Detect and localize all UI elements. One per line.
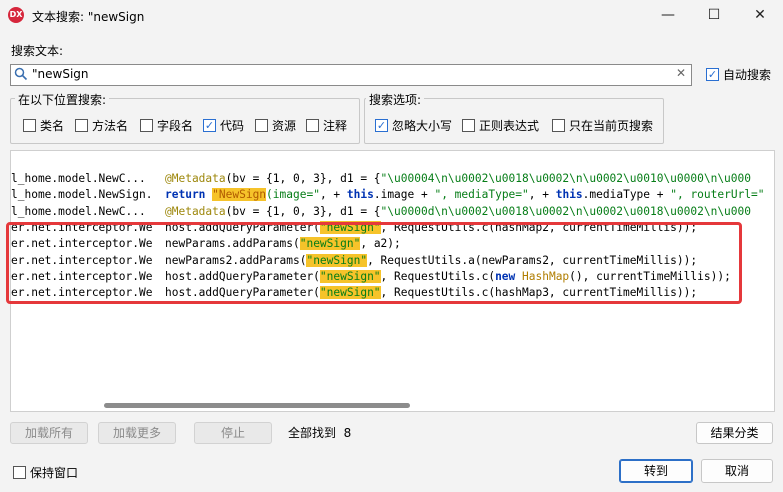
search-input[interactable] — [32, 65, 652, 83]
option-label: 类名 — [40, 119, 65, 133]
checkbox-icon[interactable] — [13, 466, 26, 479]
code-token: this — [555, 188, 583, 202]
checkbox-icon[interactable] — [462, 119, 475, 132]
result-code-snippet: return "NewSign(image=", + this.image + … — [165, 187, 765, 203]
checkbox-icon[interactable] — [140, 119, 153, 132]
regex-option[interactable]: 正则表达式 — [462, 117, 539, 134]
keep-window-checkbox[interactable]: 保持窗口 — [13, 464, 78, 481]
search-options-title: 搜索选项: — [366, 91, 425, 108]
scope-class-option[interactable]: 类名 — [23, 117, 64, 134]
checkbox-icon[interactable] — [23, 119, 36, 132]
close-button[interactable]: ✕ — [737, 0, 783, 32]
keep-window-label: 保持窗口 — [30, 466, 79, 480]
scope-field-option[interactable]: 字段名 — [140, 117, 193, 134]
code-token: ", mediaType=" — [434, 188, 529, 202]
option-label: 忽略大小写 — [392, 119, 453, 133]
clear-icon[interactable]: ✕ — [676, 66, 686, 80]
result-code-snippet: @Metadata(bv = {1, 0, 3}, d1 = {"\u00004… — [165, 171, 751, 187]
checkbox-checked-icon[interactable] — [375, 119, 388, 132]
option-label: 只在当前页搜索 — [569, 119, 654, 133]
stop-button[interactable]: 停止 — [194, 422, 272, 444]
code-token: "\u00004\n\u0002\u0018\u0002\n\u0002\u00… — [380, 172, 751, 185]
code-token: (bv = {1, 0, 3}, d1 = { — [225, 204, 381, 218]
checkbox-icon[interactable] — [306, 119, 319, 132]
annotation-highlight-box — [6, 222, 742, 304]
result-row[interactable]: l_home.model.NewSign. return "NewSign(ima… — [11, 187, 774, 203]
auto-search-label: 自动搜索 — [723, 68, 772, 82]
checkbox-icon[interactable] — [75, 119, 88, 132]
code-token: , + — [528, 188, 556, 202]
result-row[interactable]: l_home.model.NewC... @Metadata(bv = {1, 0… — [11, 171, 774, 187]
goto-button[interactable]: 转到 — [619, 459, 693, 483]
window-title: 文本搜索: "newSign — [32, 10, 145, 24]
code-token: .image + — [373, 188, 435, 202]
code-token: , + — [319, 188, 347, 202]
load-all-button[interactable]: 加载所有 — [10, 422, 88, 444]
code-token: this — [346, 188, 374, 202]
option-label: 代码 — [220, 119, 245, 133]
code-token: .mediaType + — [582, 188, 671, 202]
search-label: 搜索文本: — [11, 44, 64, 58]
result-row[interactable]: l_home.model.NewC... @Metadata(bv = {1, 0… — [11, 204, 774, 220]
maximize-button[interactable]: ☐ — [691, 0, 737, 32]
option-label: 字段名 — [157, 119, 194, 133]
found-count-text: 全部找到 8 — [288, 426, 352, 440]
minimize-button[interactable]: — — [645, 0, 691, 32]
code-token: "\u0000d\n\u0002\u0018\u0002\n\u0002\u00… — [380, 204, 751, 218]
option-label: 正则表达式 — [479, 119, 540, 133]
code-token: ", routerUrl=" — [670, 188, 765, 202]
cancel-button[interactable]: 取消 — [701, 459, 773, 483]
result-code-snippet: @Metadata(bv = {1, 0, 3}, d1 = {"\u0000d… — [165, 204, 751, 220]
search-scope-title: 在以下位置搜索: — [15, 91, 110, 108]
current-page-option[interactable]: 只在当前页搜索 — [552, 117, 653, 134]
app-logo-icon: DX — [8, 7, 24, 23]
scope-resource-option[interactable]: 资源 — [255, 117, 296, 134]
code-token: (bv = {1, 0, 3}, d1 = { — [225, 172, 381, 185]
scope-code-option[interactable]: 代码 — [203, 117, 244, 134]
search-icon — [14, 67, 28, 81]
code-token: (image=" — [266, 188, 320, 202]
result-class-name: l_home.model.NewC... — [11, 204, 146, 218]
ignore-case-option[interactable]: 忽略大小写 — [375, 117, 452, 134]
code-token: return — [165, 188, 213, 202]
scope-comment-option[interactable]: 注释 — [306, 117, 347, 134]
group-results-button[interactable]: 结果分类 — [696, 422, 773, 444]
code-token: @Metadata — [165, 204, 226, 218]
option-label: 方法名 — [92, 119, 129, 133]
load-more-button[interactable]: 加载更多 — [98, 422, 176, 444]
auto-search-checkbox[interactable]: 自动搜索 — [706, 66, 771, 83]
checkbox-icon[interactable] — [552, 119, 565, 132]
code-token: @Metadata — [165, 172, 226, 185]
option-label: 注释 — [323, 119, 348, 133]
checkbox-icon[interactable] — [255, 119, 268, 132]
result-class-name: l_home.model.NewC... — [11, 172, 146, 185]
horizontal-scrollbar[interactable] — [104, 403, 410, 408]
result-class-name: l_home.model.NewSign. — [11, 188, 153, 202]
match-highlight: "NewSign — [212, 188, 267, 202]
scope-method-option[interactable]: 方法名 — [75, 117, 128, 134]
checkbox-checked-icon[interactable] — [203, 119, 216, 132]
option-label: 资源 — [272, 119, 297, 133]
checkbox-checked-icon[interactable] — [706, 68, 719, 81]
